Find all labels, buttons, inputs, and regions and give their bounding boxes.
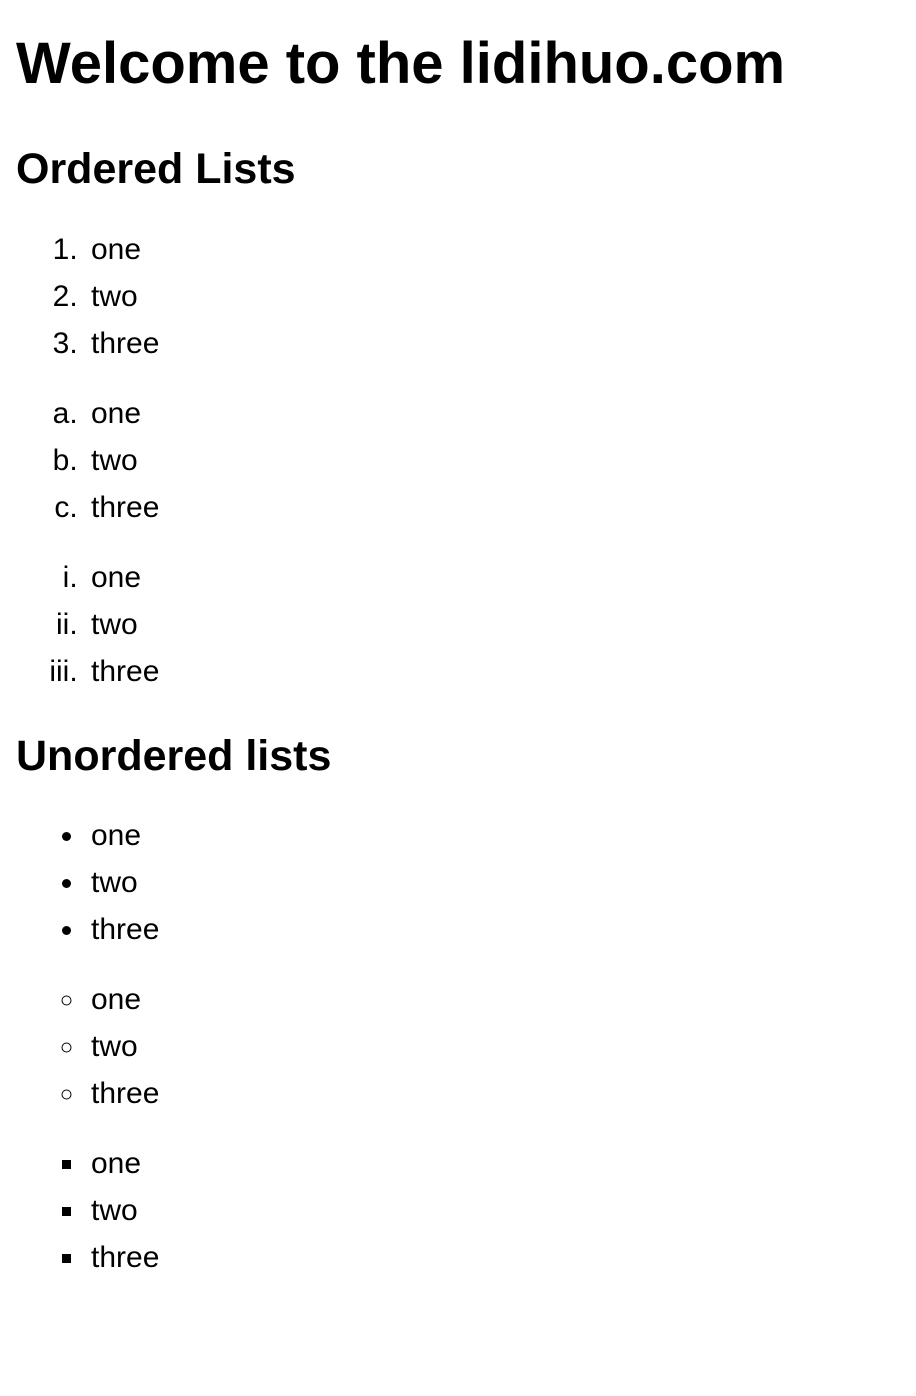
- page-title: Welcome to the lidihuo.com: [16, 20, 900, 107]
- list-item: two: [86, 438, 900, 483]
- list-item: three: [86, 1235, 900, 1280]
- list-item: three: [86, 485, 900, 530]
- list-item: one: [86, 813, 900, 858]
- list-item: one: [86, 977, 900, 1022]
- list-item: three: [86, 907, 900, 952]
- ordered-list-alpha: one two three: [16, 391, 900, 530]
- list-item: three: [86, 1071, 900, 1116]
- unordered-list-disc: one two three: [16, 813, 900, 952]
- ordered-lists-heading: Ordered Lists: [16, 137, 900, 202]
- ordered-list-decimal: one two three: [16, 227, 900, 366]
- list-item: two: [86, 1024, 900, 1069]
- list-item: three: [86, 321, 900, 366]
- list-item: three: [86, 649, 900, 694]
- list-item: two: [86, 860, 900, 905]
- list-item: one: [86, 555, 900, 600]
- list-item: one: [86, 1141, 900, 1186]
- list-item: two: [86, 602, 900, 647]
- ordered-list-roman: one two three: [16, 555, 900, 694]
- unordered-list-square: one two three: [16, 1141, 900, 1280]
- unordered-list-circle: one two three: [16, 977, 900, 1116]
- list-item: two: [86, 1188, 900, 1233]
- list-item: one: [86, 391, 900, 436]
- list-item: two: [86, 274, 900, 319]
- unordered-lists-heading: Unordered lists: [16, 724, 900, 789]
- list-item: one: [86, 227, 900, 272]
